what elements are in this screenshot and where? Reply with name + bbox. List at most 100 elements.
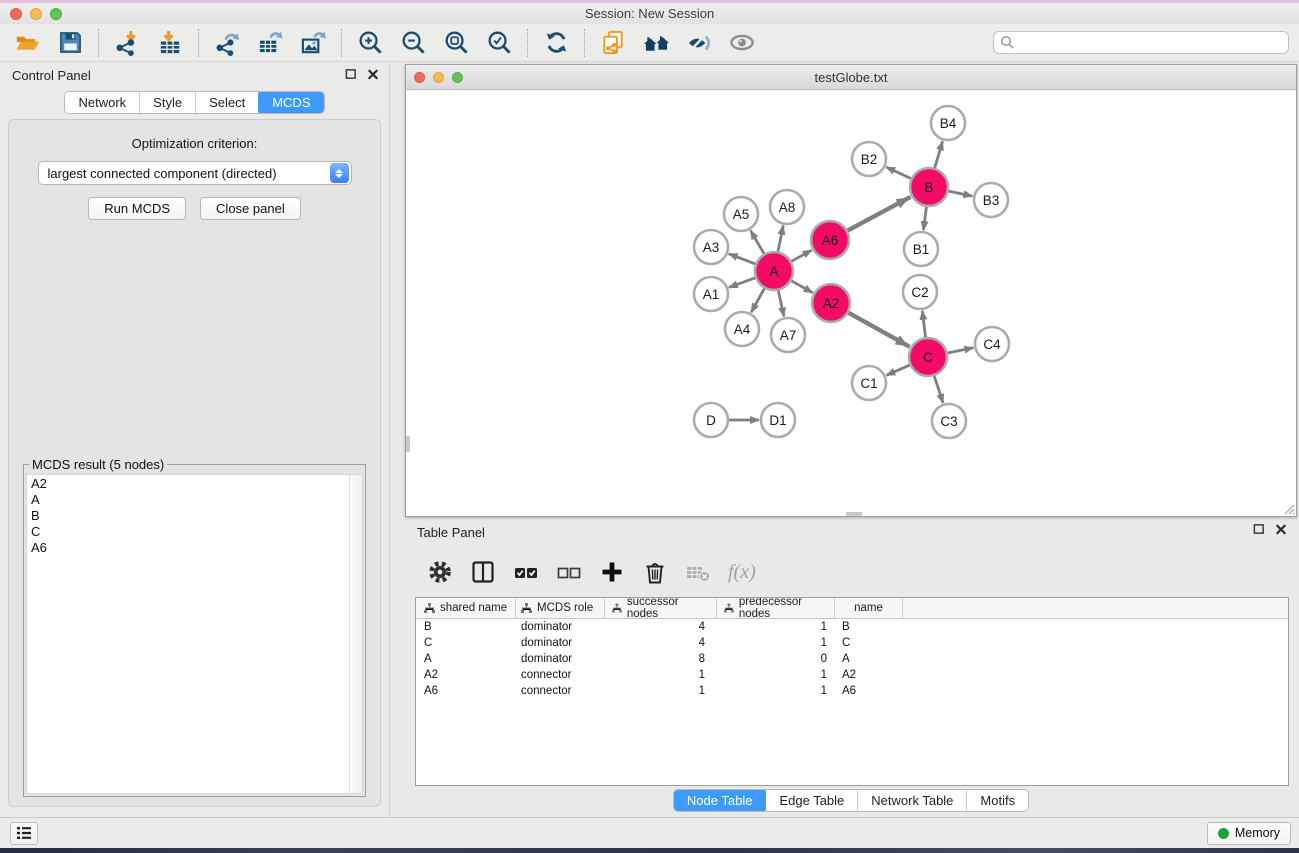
float-panel-icon[interactable] — [345, 68, 357, 80]
search-input[interactable] — [993, 31, 1289, 54]
tab-node-table[interactable]: Node Table — [673, 789, 768, 812]
float-panel-icon[interactable] — [1253, 523, 1265, 535]
mcds-result-list[interactable]: A2 A B C A6 — [26, 474, 363, 794]
table-row[interactable]: Adominator 80 A — [416, 651, 1288, 667]
graph-edge-C-C2[interactable] — [922, 311, 925, 337]
graph-node-C3[interactable]: C3 — [932, 404, 966, 438]
graph-node-B3[interactable]: B3 — [974, 183, 1008, 217]
graph-node-A[interactable]: A — [755, 252, 793, 290]
function-builder-button[interactable]: f(x) — [728, 561, 756, 584]
deselect-all-button[interactable] — [556, 559, 582, 585]
graph-edge-A2-C[interactable] — [848, 313, 909, 347]
memory-button[interactable]: Memory — [1207, 822, 1291, 845]
graph-edge-A-A6[interactable] — [791, 250, 811, 261]
run-mcds-button[interactable]: Run MCDS — [88, 197, 186, 220]
export-table-button[interactable] — [253, 28, 287, 58]
graph-node-C1[interactable]: C1 — [852, 366, 886, 400]
result-item[interactable]: B — [31, 508, 362, 524]
graph-node-B4[interactable]: B4 — [931, 106, 965, 140]
table-row[interactable]: A6connector 11 A6 — [416, 683, 1288, 699]
graph-edge-A-A1[interactable] — [729, 278, 755, 288]
graph-edge-C-C1[interactable] — [886, 365, 909, 375]
export-network-button[interactable] — [210, 28, 244, 58]
graph-edge-A-A5[interactable] — [751, 230, 764, 253]
graph-edge-C-C3[interactable] — [934, 376, 943, 403]
zoom-in-button[interactable] — [353, 28, 387, 58]
result-item[interactable]: A2 — [31, 476, 362, 492]
graph-node-C4[interactable]: C4 — [975, 327, 1009, 361]
tab-mcds[interactable]: MCDS — [258, 91, 324, 114]
open-session-button[interactable] — [10, 28, 44, 58]
import-table-button[interactable] — [153, 28, 187, 58]
add-column-button[interactable] — [599, 559, 625, 585]
graph-edge-A-A7[interactable] — [778, 291, 784, 317]
close-panel-button[interactable]: Close panel — [200, 197, 301, 220]
graph-node-A5[interactable]: A5 — [724, 197, 758, 231]
column-settings-button[interactable] — [427, 559, 453, 585]
column-header-mcds-role[interactable]: MCDS role — [516, 598, 605, 618]
graph-node-C[interactable]: C — [909, 338, 947, 376]
export-image-button[interactable] — [296, 28, 330, 58]
result-item[interactable]: A — [31, 492, 362, 508]
resize-grip-icon[interactable] — [1281, 501, 1295, 515]
graph-edge-B-B4[interactable] — [935, 141, 943, 168]
result-item[interactable]: A6 — [31, 540, 362, 556]
graph-node-A7[interactable]: A7 — [771, 318, 805, 352]
network-canvas[interactable]: B4 B2 B B3 A8 A5 A6 B1 A3 A C2 A1 A2 A4 A7 C4 C C1 C3 D D1 — [406, 90, 1296, 516]
save-session-button[interactable] — [53, 28, 87, 58]
close-panel-icon[interactable] — [1275, 523, 1287, 535]
column-header-successor-nodes[interactable]: successor nodes — [605, 598, 717, 618]
table-row[interactable]: A2connector 11 A2 — [416, 667, 1288, 683]
graph-edge-A-A8[interactable] — [778, 226, 783, 252]
split-view-button[interactable] — [470, 559, 496, 585]
graph-edge-A-A3[interactable] — [729, 254, 756, 264]
show-panels-button[interactable] — [10, 822, 38, 845]
tab-motifs[interactable]: Motifs — [967, 790, 1028, 811]
zoom-selected-button[interactable] — [482, 28, 516, 58]
column-header-predecessor-nodes[interactable]: predecessor nodes — [717, 598, 835, 618]
result-scrollbar[interactable] — [349, 475, 362, 793]
graph-edge-A-A2[interactable] — [791, 281, 812, 293]
graph-node-B2[interactable]: B2 — [852, 142, 886, 176]
graph-node-A4[interactable]: A4 — [725, 312, 759, 346]
delete-table-button[interactable] — [685, 559, 711, 585]
import-network-button[interactable] — [110, 28, 144, 58]
graph-edge-B-B1[interactable] — [923, 207, 926, 230]
graph-node-A3[interactable]: A3 — [694, 230, 728, 264]
graph-node-A8[interactable]: A8 — [770, 190, 804, 224]
tab-edge-table[interactable]: Edge Table — [766, 790, 858, 811]
table-row[interactable]: Bdominator 41 B — [416, 619, 1288, 635]
network-graph[interactable]: B4 B2 B B3 A8 A5 A6 B1 A3 A C2 A1 A2 A4 A7 C4 C C1 C3 D D1 — [406, 90, 1296, 516]
refresh-button[interactable] — [539, 28, 573, 58]
close-panel-icon[interactable] — [367, 68, 379, 80]
tab-select[interactable]: Select — [196, 92, 259, 113]
tab-style[interactable]: Style — [140, 92, 196, 113]
column-header-name[interactable]: name — [835, 598, 903, 618]
horizontal-scrollbar-stub[interactable] — [846, 512, 862, 516]
network-window-titlebar[interactable]: testGlobe.txt — [406, 65, 1296, 90]
graph-edge-A6-B[interactable] — [848, 197, 911, 231]
column-header-shared-name[interactable]: shared name — [416, 598, 516, 618]
graph-node-C2[interactable]: C2 — [903, 275, 937, 309]
show-details-button[interactable] — [725, 28, 759, 58]
graph-node-B[interactable]: B — [910, 168, 948, 206]
vertical-scrollbar-stub[interactable] — [406, 436, 410, 452]
select-all-button[interactable] — [513, 559, 539, 585]
graph-node-D1[interactable]: D1 — [761, 403, 795, 437]
graph-edge-C-C4[interactable] — [948, 348, 974, 353]
criterion-select[interactable]: largest connected component (directed) — [38, 161, 352, 185]
tab-network-table[interactable]: Network Table — [858, 790, 967, 811]
tab-network[interactable]: Network — [65, 92, 140, 113]
graph-node-A6[interactable]: A6 — [811, 221, 849, 259]
graph-edge-B-B3[interactable] — [949, 191, 973, 196]
zoom-fit-button[interactable] — [439, 28, 473, 58]
graph-edge-A-A4[interactable] — [751, 289, 764, 313]
graph-node-A1[interactable]: A1 — [694, 277, 728, 311]
home-button[interactable] — [639, 28, 673, 58]
result-item[interactable]: C — [31, 524, 362, 540]
graph-node-B1[interactable]: B1 — [904, 232, 938, 266]
graph-edge-B-B2[interactable] — [886, 167, 911, 179]
graph-node-D[interactable]: D — [694, 403, 728, 437]
open-session-from-clipboard-button[interactable] — [596, 28, 630, 58]
graph-node-A2[interactable]: A2 — [812, 284, 850, 322]
